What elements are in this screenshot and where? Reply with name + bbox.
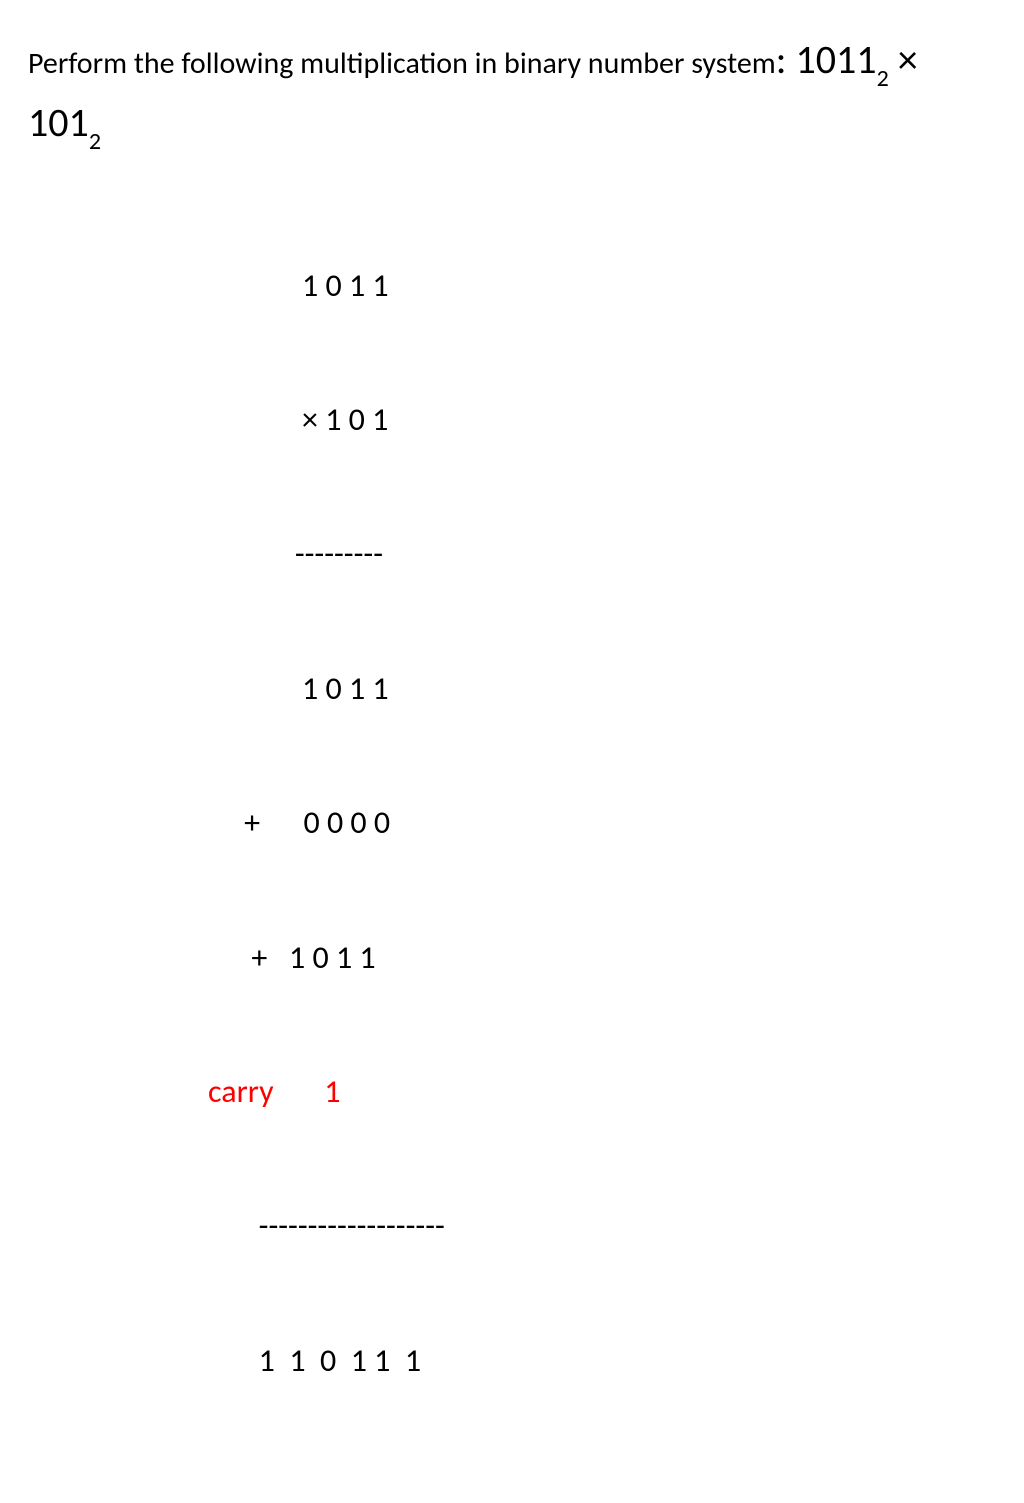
- multiplicand-line: 1 0 1 1: [28, 264, 996, 309]
- separator-1: ---------: [28, 532, 996, 577]
- operand2-base: 2: [89, 127, 101, 156]
- carry-label: carry: [208, 1072, 274, 1111]
- calculation-block: 1 0 1 1 × 1 0 1 --------- 1 0 1 1 + 0 0 …: [28, 174, 996, 1473]
- operand2: 101: [28, 98, 89, 147]
- partial-product-2: + 0 0 0 0: [28, 801, 996, 846]
- problem-text: Perform the following multiplication in …: [28, 45, 776, 82]
- multiplier-line: × 1 0 1: [28, 398, 996, 443]
- carry-value: 1: [274, 1072, 341, 1111]
- carry-line: carry 1: [28, 1070, 996, 1115]
- operand1-base: 2: [877, 64, 889, 93]
- colon: :: [776, 35, 796, 84]
- partial-product-1: 1 0 1 1: [28, 667, 996, 712]
- separator-2: -------------------: [28, 1204, 996, 1249]
- operand1: 1011: [795, 35, 876, 84]
- result-line: 1 1 0 1 1 1: [28, 1339, 996, 1384]
- operator: ×: [889, 35, 918, 84]
- partial-product-3: + 1 0 1 1: [28, 936, 996, 981]
- problem-statement: Perform the following multiplication in …: [28, 30, 996, 156]
